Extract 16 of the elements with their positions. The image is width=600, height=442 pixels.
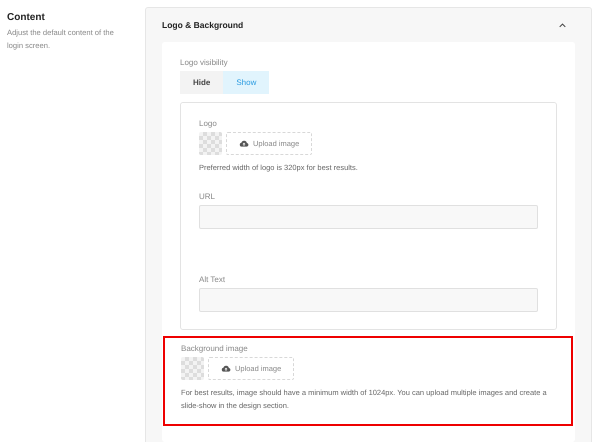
field-label: Background image bbox=[181, 344, 249, 353]
caret-icon[interactable] bbox=[559, 22, 566, 28]
field-label: Alt Text bbox=[199, 275, 226, 284]
toggle-option[interactable]: Show bbox=[223, 71, 270, 94]
field-label: Logo bbox=[199, 119, 218, 128]
input-field[interactable] bbox=[199, 205, 538, 229]
section-title: Content bbox=[7, 12, 46, 23]
input-field[interactable] bbox=[199, 288, 538, 312]
cloud-upload-icon bbox=[239, 140, 249, 147]
toggle-option[interactable]: Hide bbox=[180, 71, 224, 94]
image-placeholder bbox=[181, 357, 204, 380]
panel-title: Logo & Background bbox=[162, 20, 244, 30]
cloud-upload-icon bbox=[221, 365, 231, 372]
field-label: URL bbox=[199, 192, 216, 201]
image-placeholder bbox=[199, 132, 222, 155]
field-label: Logo visibility bbox=[180, 58, 229, 67]
